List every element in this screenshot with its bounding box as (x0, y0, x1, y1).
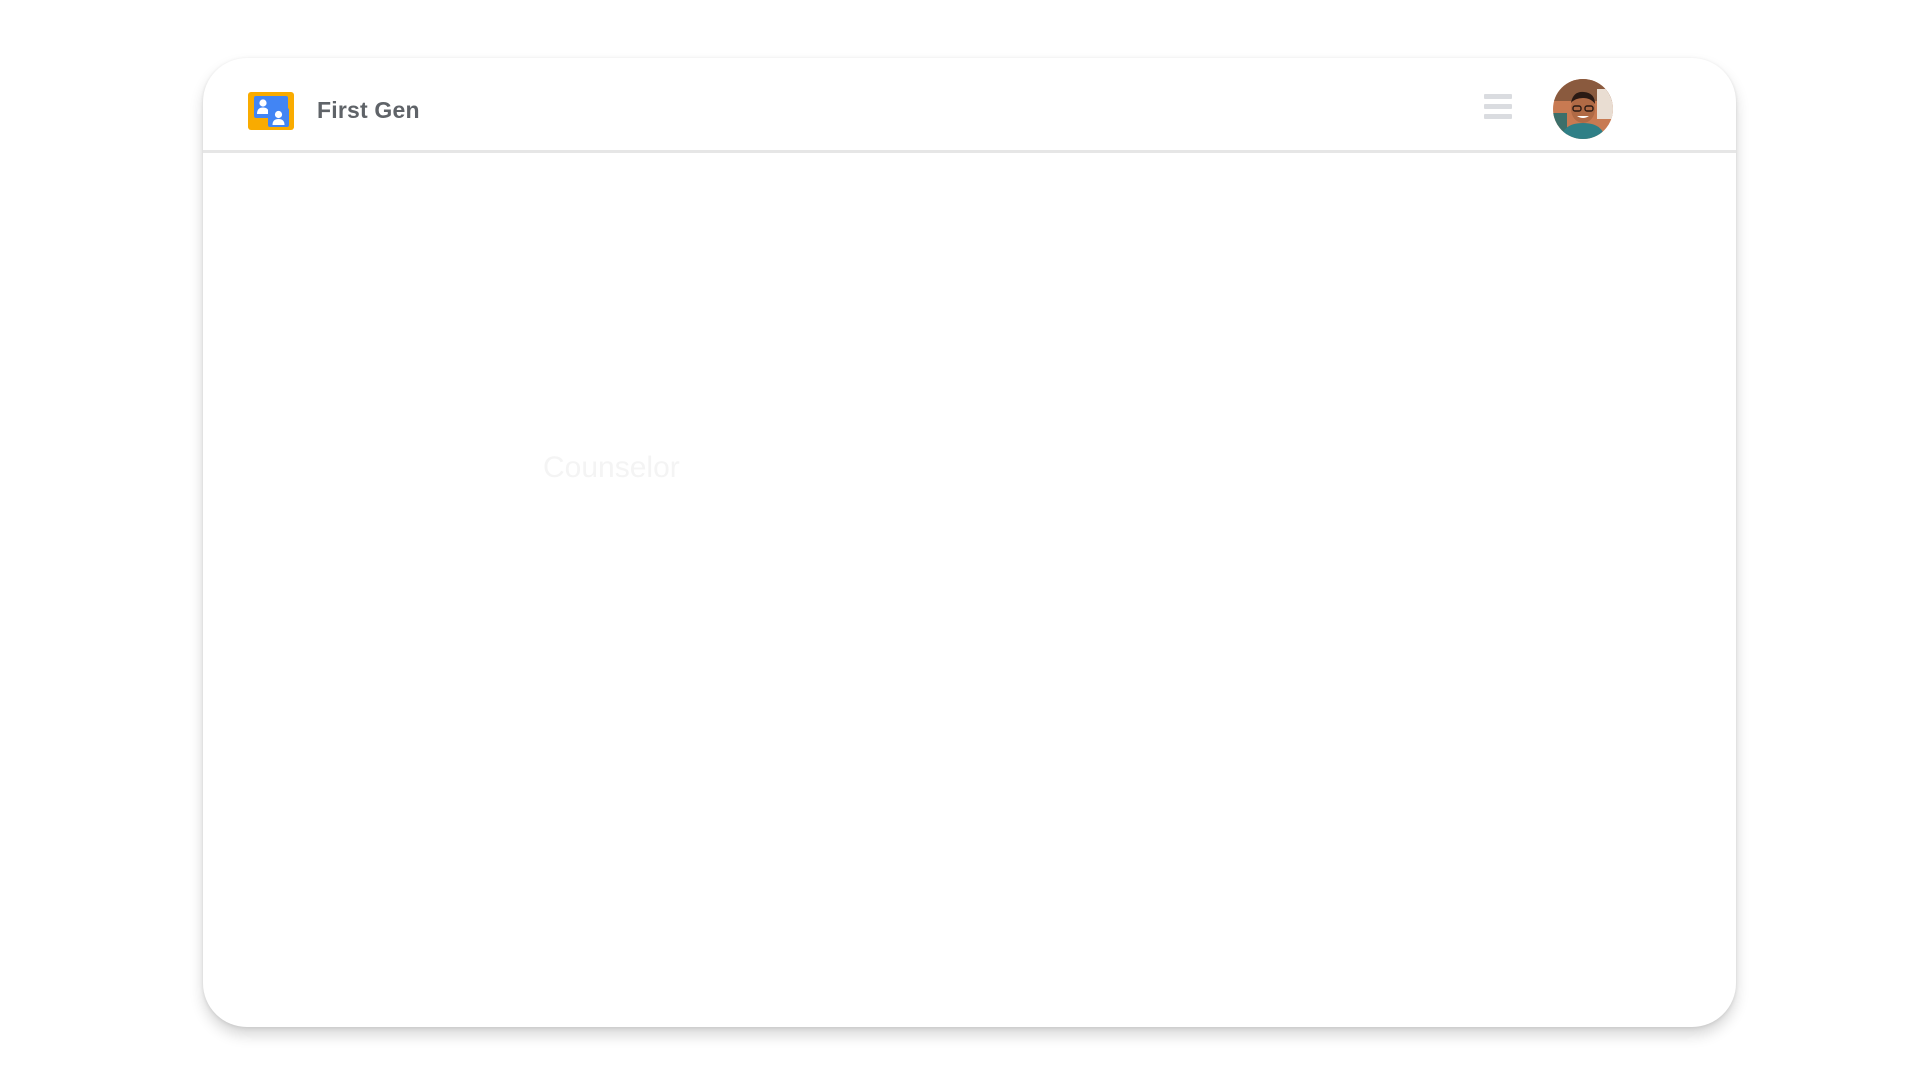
app-window: First Gen Counselor (203, 58, 1736, 1027)
user-avatar[interactable] (1553, 79, 1613, 139)
people-card-icon (248, 92, 294, 130)
top-app-bar: First Gen (203, 58, 1736, 153)
hamburger-menu-icon[interactable] (1484, 94, 1514, 124)
counselor-label: Counselor (543, 451, 680, 484)
app-title: First Gen (317, 97, 420, 123)
